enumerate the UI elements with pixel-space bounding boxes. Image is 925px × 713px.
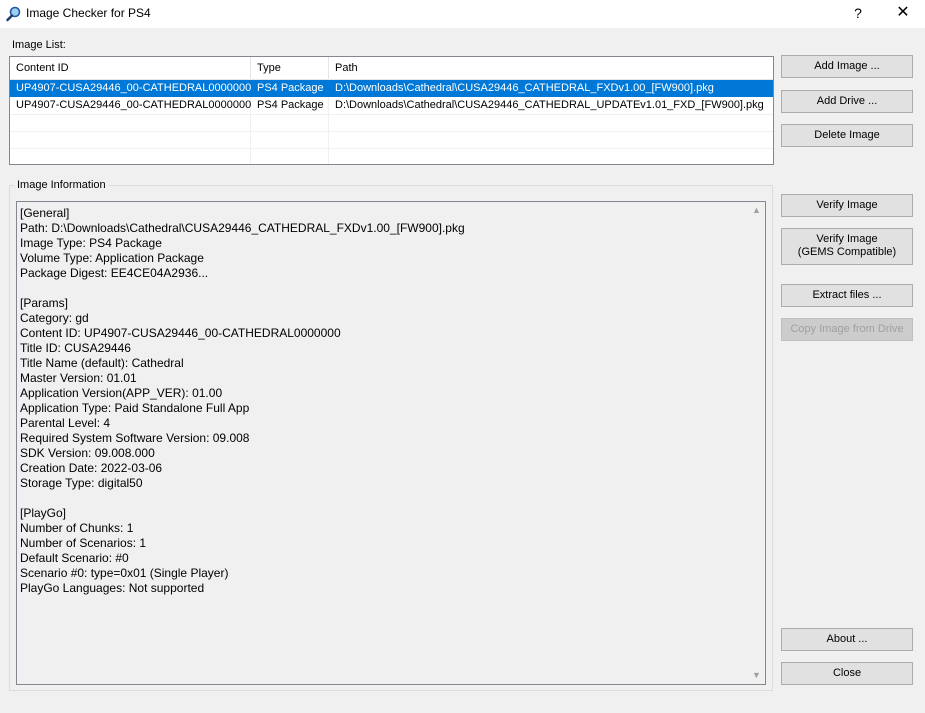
image-list[interactable]: Content ID Type Path UP4907-CUSA29446_00… [9,56,774,165]
info-line: Creation Date: 2022-03-06 [20,461,163,475]
add-drive-button[interactable]: Add Drive ... [781,90,913,113]
cell-type: PS4 Package [257,99,324,111]
help-button[interactable]: ? [835,0,881,28]
info-line: SDK Version: 09.008.000 [20,446,155,460]
cell-type: PS4 Package [257,82,324,94]
column-header-content-id[interactable]: Content ID [10,57,251,79]
cell-path: D:\Downloads\Cathedral\CUSA29446_CATHEDR… [335,82,714,94]
table-row[interactable]: UP4907-CUSA29446_00-CATHEDRAL0000000 PS4… [10,97,773,114]
table-row[interactable]: UP4907-CUSA29446_00-CATHEDRAL0000000 PS4… [10,80,773,97]
info-line [20,281,745,296]
magnifier-icon [6,6,21,22]
cell-content-id: UP4907-CUSA29446_00-CATHEDRAL0000000 [16,99,251,111]
extract-files-button[interactable]: Extract files ... [781,284,913,307]
info-line: Scenario #0: type=0x01 (Single Player) [20,566,229,580]
verify-image-gems-button[interactable]: Verify Image (GEMS Compatible) [781,228,913,265]
cell-path: D:\Downloads\Cathedral\CUSA29446_CATHEDR… [335,99,764,111]
column-header-type[interactable]: Type [251,57,329,79]
scroll-up-icon[interactable]: ▲ [748,202,765,219]
info-line: Required System Software Version: 09.008 [20,431,250,445]
info-line: PlayGo Languages: Not supported [20,581,205,595]
image-list-label: Image List: [12,39,66,51]
info-line: Application Type: Paid Standalone Full A… [20,401,250,415]
info-line: Number of Chunks: 1 [20,521,134,535]
info-line: Path: D:\Downloads\Cathedral\CUSA29446_C… [20,221,465,235]
info-line: Image Type: PS4 Package [20,236,162,250]
list-header: Content ID Type Path [10,57,773,80]
info-line: [PlayGo] [20,506,67,520]
info-line: Storage Type: digital50 [20,476,143,490]
info-line: Package Digest: EE4CE04A2936... [20,266,209,280]
image-information-textbox[interactable]: [General] Path: D:\Downloads\Cathedral\CU… [16,201,766,685]
info-line [20,491,745,506]
copy-image-from-drive-button[interactable]: Copy Image from Drive [781,318,913,341]
info-line: Title ID: CUSA29446 [20,341,131,355]
info-line: Volume Type: Application Package [20,251,204,265]
window-close-button[interactable]: ✕ [880,0,925,28]
window-title: Image Checker for PS4 [26,6,151,20]
verify-gems-label-line1: Verify Image [816,233,878,245]
info-line: Content ID: UP4907-CUSA29446_00-CATHEDRA… [20,326,341,340]
column-header-path[interactable]: Path [329,57,773,79]
title-bar: Image Checker for PS4 ? ✕ [0,0,925,28]
info-line: Parental Level: 4 [20,416,111,430]
cell-content-id: UP4907-CUSA29446_00-CATHEDRAL0000000 [16,82,251,94]
vertical-scrollbar[interactable]: ▲ ▼ [748,202,765,684]
image-information-label: Image Information [14,179,109,191]
info-lines: [General] Path: D:\Downloads\Cathedral\CU… [20,206,745,596]
about-button[interactable]: About ... [781,628,913,651]
info-line: Default Scenario: #0 [20,551,129,565]
close-button[interactable]: Close [781,662,913,685]
verify-image-button[interactable]: Verify Image [781,194,913,217]
verify-gems-label-line2: (GEMS Compatible) [797,246,897,258]
scroll-down-icon[interactable]: ▼ [748,667,765,684]
info-line: Title Name (default): Cathedral [20,356,184,370]
add-image-button[interactable]: Add Image ... [781,55,913,78]
info-line: Master Version: 01.01 [20,371,137,385]
info-line: Application Version(APP_VER): 01.00 [20,386,223,400]
info-line: [Params] [20,296,69,310]
info-line: [General] [20,206,70,220]
delete-image-button[interactable]: Delete Image [781,124,913,147]
info-line: Number of Scenarios: 1 [20,536,147,550]
info-line: Category: gd [20,311,89,325]
